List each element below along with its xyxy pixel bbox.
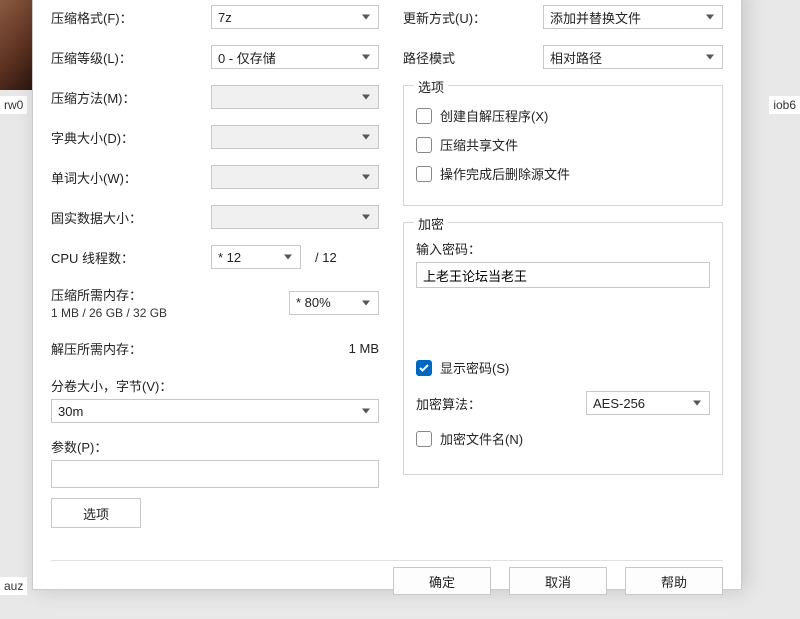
dict-label: 字典大小(D)：: [51, 128, 211, 147]
decompress-mem-label: 解压所需内存：: [51, 339, 211, 358]
solid-select[interactable]: [211, 205, 379, 229]
options-legend: 选项: [414, 77, 448, 96]
word-label: 单词大小(W)：: [51, 168, 211, 187]
delete-checkbox-row[interactable]: 操作完成后删除源文件: [416, 164, 710, 183]
cancel-button[interactable]: 取消: [509, 567, 607, 595]
format-label: 压缩格式(F)：: [51, 8, 211, 27]
params-input[interactable]: [51, 460, 379, 488]
compress-mem-label: 压缩所需内存：: [51, 285, 231, 304]
show-password-label: 显示密码(S): [440, 358, 509, 377]
right-column: 更新方式(U)： 添加并替换文件 路径模式 相对路径 选项 创建自解压程序(X)…: [403, 5, 723, 550]
compress-mem-sub: 1 MB / 26 GB / 32 GB: [51, 306, 231, 320]
sfx-label: 创建自解压程序(X): [440, 106, 548, 125]
threads-select[interactable]: * 12: [211, 245, 301, 269]
show-password-row[interactable]: 显示密码(S): [416, 358, 710, 377]
encryption-legend: 加密: [414, 214, 448, 233]
show-password-checkbox[interactable]: [416, 360, 432, 376]
decompress-mem-value: 1 MB: [349, 341, 379, 356]
solid-label: 固实数据大小：: [51, 208, 211, 227]
password-input[interactable]: [416, 262, 710, 288]
options-fieldset: 选项 创建自解压程序(X) 压缩共享文件 操作完成后删除源文件: [403, 85, 723, 206]
threads-total: / 12: [315, 250, 337, 265]
encrypt-names-row[interactable]: 加密文件名(N): [416, 429, 710, 448]
delete-checkbox[interactable]: [416, 166, 432, 182]
left-column: 压缩格式(F)： 7z 压缩等级(L)： 0 - 仅存储 压缩方法(M)： 字典…: [51, 5, 379, 550]
shared-label: 压缩共享文件: [440, 135, 518, 154]
update-mode-label: 更新方式(U)：: [403, 8, 543, 27]
shared-checkbox-row[interactable]: 压缩共享文件: [416, 135, 710, 154]
enc-method-select[interactable]: AES-256: [586, 391, 710, 415]
enc-method-label: 加密算法：: [416, 394, 586, 413]
dialog-button-row: 确定 取消 帮助: [51, 560, 723, 605]
options-button[interactable]: 选项: [51, 498, 141, 528]
path-mode-select[interactable]: 相对路径: [543, 45, 723, 69]
format-select[interactable]: 7z: [211, 5, 379, 29]
sfx-checkbox[interactable]: [416, 108, 432, 124]
bg-text-bottom: auz: [0, 577, 27, 595]
bg-text-left: rw0: [0, 96, 27, 114]
sfx-checkbox-row[interactable]: 创建自解压程序(X): [416, 106, 710, 125]
shared-checkbox[interactable]: [416, 137, 432, 153]
bg-text-right: iob6: [769, 96, 800, 114]
params-label: 参数(P)：: [51, 437, 379, 456]
ok-button[interactable]: 确定: [393, 567, 491, 595]
dict-select[interactable]: [211, 125, 379, 149]
level-select[interactable]: 0 - 仅存储: [211, 45, 379, 69]
help-button[interactable]: 帮助: [625, 567, 723, 595]
encrypt-names-label: 加密文件名(N): [440, 429, 523, 448]
threads-label: CPU 线程数：: [51, 248, 211, 267]
method-label: 压缩方法(M)：: [51, 88, 211, 107]
split-combo[interactable]: 30m: [51, 399, 379, 423]
compress-mem-block: 压缩所需内存： 1 MB / 26 GB / 32 GB: [51, 285, 231, 320]
encrypt-names-checkbox[interactable]: [416, 431, 432, 447]
compress-mem-pct-select[interactable]: * 80%: [289, 291, 379, 315]
delete-label: 操作完成后删除源文件: [440, 164, 570, 183]
update-mode-select[interactable]: 添加并替换文件: [543, 5, 723, 29]
background-thumbnail: [0, 0, 32, 90]
method-select[interactable]: [211, 85, 379, 109]
level-label: 压缩等级(L)：: [51, 48, 211, 67]
encryption-fieldset: 加密 输入密码： 显示密码(S) 加密算法： AES-256 加密文件名(N): [403, 222, 723, 475]
password-label: 输入密码：: [416, 239, 710, 258]
split-label: 分卷大小，字节(V)：: [51, 376, 379, 395]
word-select[interactable]: [211, 165, 379, 189]
path-mode-label: 路径模式: [403, 48, 543, 67]
compression-dialog: 压缩格式(F)： 7z 压缩等级(L)： 0 - 仅存储 压缩方法(M)： 字典…: [32, 0, 742, 590]
